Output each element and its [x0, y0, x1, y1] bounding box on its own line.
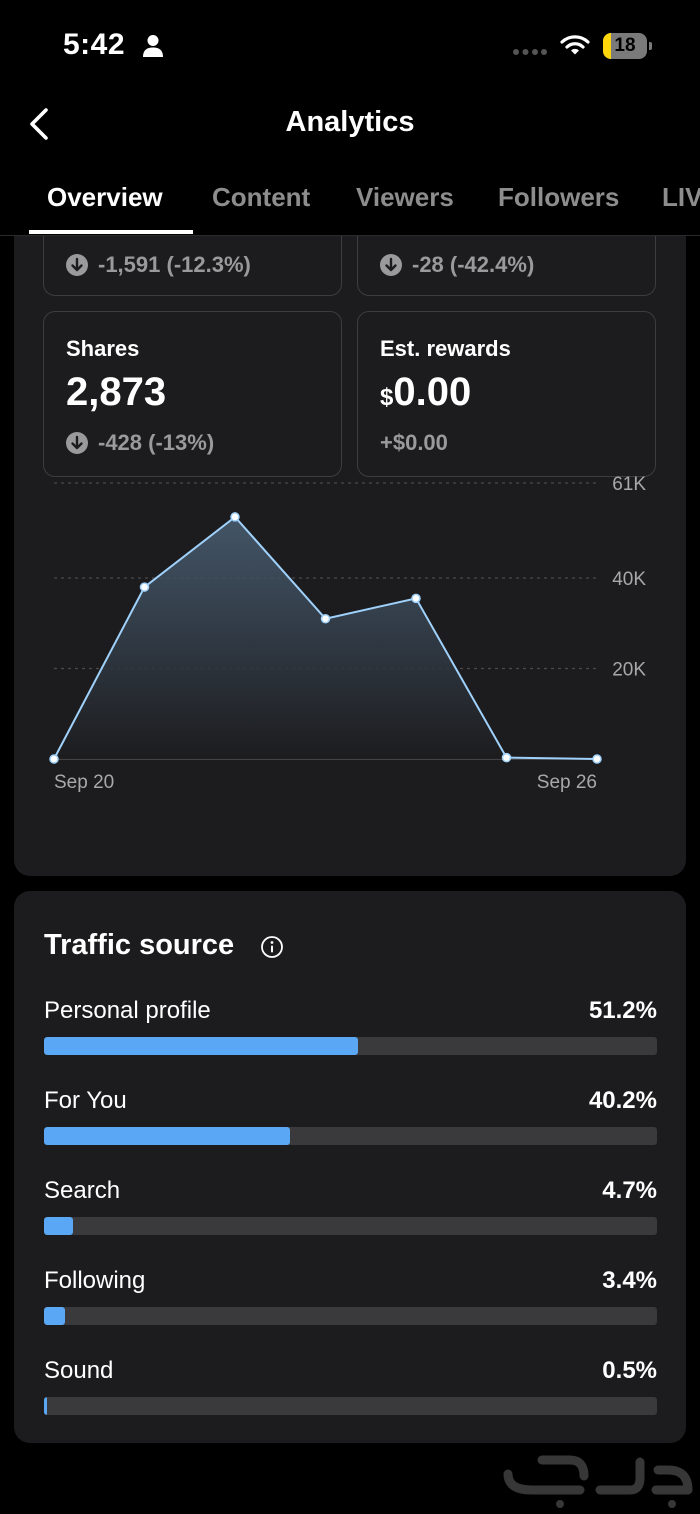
source-bar-track [44, 1037, 657, 1055]
y-tick-label: 40K [612, 569, 646, 590]
chart-point [592, 754, 602, 764]
source-bar-fill [44, 1307, 65, 1325]
source-bar-track [44, 1217, 657, 1235]
tab-followers[interactable]: Followers [498, 182, 619, 213]
battery-icon: 18 [603, 33, 652, 59]
tab-live[interactable]: LIVE [662, 182, 700, 213]
x-tick-label: Sep 20 [54, 772, 114, 793]
chart-point [411, 593, 421, 604]
info-icon[interactable] [260, 935, 284, 959]
traffic-source-card: Traffic source Personal profile 51.2% Fo… [14, 891, 686, 1443]
source-bar-fill [44, 1217, 73, 1235]
source-bar-fill [44, 1127, 291, 1145]
source-percent: 0.5% [602, 1357, 657, 1384]
status-time: 5:42 [63, 28, 126, 61]
y-tick-label: 20K [612, 660, 646, 681]
views-chart[interactable]: 20K 40K 61K Sep 20 Sep 26 [14, 236, 686, 876]
chart-area [54, 516, 597, 759]
person-icon [143, 35, 163, 57]
source-bar-fill [44, 1397, 48, 1415]
status-bar: 5:42 18 [0, 0, 700, 95]
page-title: Analytics [285, 106, 415, 138]
source-percent: 4.7% [602, 1177, 657, 1204]
chart-point [320, 613, 331, 624]
source-label: Search [44, 1177, 121, 1204]
traffic-source-item: For You 40.2% [44, 1087, 657, 1159]
watermark-logo [503, 1455, 693, 1508]
traffic-source-item: Personal profile 51.2% [44, 997, 657, 1069]
tab-content[interactable]: Content [212, 182, 310, 213]
source-percent: 3.4% [602, 1267, 657, 1294]
source-bar-track [44, 1127, 657, 1145]
y-tick-label: 61K [612, 474, 646, 495]
chart-point [230, 512, 240, 522]
overview-card: -1,591 (-12.3%) -28 (-42.4%) Shares 2,87… [14, 236, 686, 876]
source-label: For You [44, 1087, 127, 1114]
chart-point [501, 752, 512, 763]
chart-point [49, 754, 59, 764]
source-bar-track [44, 1397, 657, 1415]
traffic-source-item: Search 4.7% [44, 1177, 657, 1249]
source-label: Following [44, 1267, 146, 1294]
active-tab-indicator [29, 230, 193, 234]
scroll-content[interactable]: -1,591 (-12.3%) -28 (-42.4%) Shares 2,87… [0, 236, 700, 1514]
source-label: Personal profile [44, 997, 211, 1024]
source-bar-track [44, 1307, 657, 1325]
x-tick-label: Sep 26 [537, 772, 597, 793]
battery-cap [649, 42, 652, 50]
chart-point [139, 582, 150, 592]
source-percent: 40.2% [588, 1087, 657, 1114]
battery-level: 18 [614, 35, 636, 56]
traffic-source-item: Following 3.4% [44, 1267, 657, 1339]
traffic-source-item: Sound 0.5% [44, 1357, 657, 1429]
battery-body: 18 [603, 33, 647, 59]
cellular-signal-icon [513, 49, 547, 55]
traffic-source-title: Traffic source [44, 929, 235, 961]
source-bar-fill [44, 1037, 358, 1055]
tab-bar: Overview Content Viewers Followers LIVE [0, 160, 700, 236]
wifi-icon [560, 35, 590, 55]
source-percent: 51.2% [588, 997, 657, 1024]
source-label: Sound [44, 1357, 114, 1384]
tab-viewers[interactable]: Viewers [356, 182, 454, 213]
tab-overview[interactable]: Overview [47, 182, 163, 213]
